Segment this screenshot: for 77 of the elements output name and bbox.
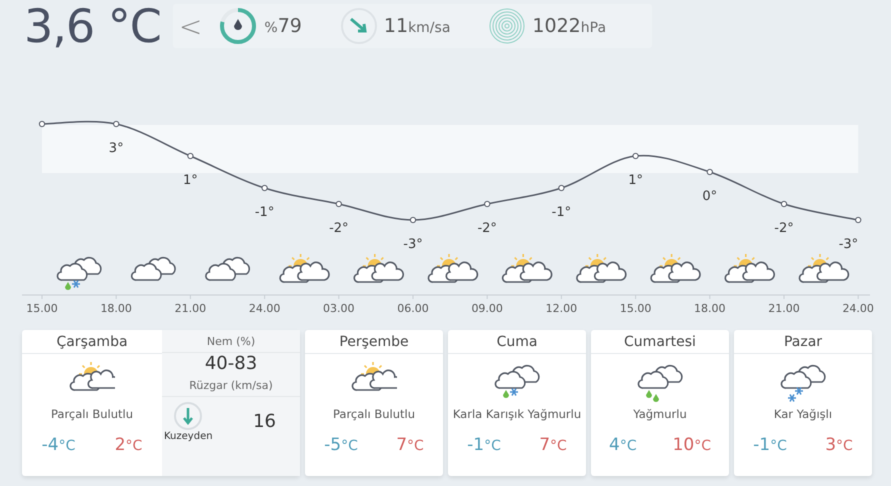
partly-cloudy-icon bbox=[576, 254, 627, 283]
wind-direction-icon bbox=[340, 7, 378, 45]
humidity-value: %79 bbox=[264, 15, 302, 37]
data-point bbox=[262, 184, 268, 192]
axis-label: 06.00 bbox=[397, 302, 429, 315]
partly-cloudy-icon bbox=[502, 254, 552, 283]
data-point bbox=[484, 200, 490, 208]
data-label: -2° bbox=[477, 221, 497, 236]
data-point bbox=[113, 120, 120, 128]
high-temperature: 2°C bbox=[114, 435, 142, 455]
day-name: Cuma bbox=[448, 330, 586, 354]
data-point bbox=[780, 200, 788, 208]
partly-cloudy-icon bbox=[650, 254, 701, 283]
data-label: 3° bbox=[108, 141, 124, 156]
day-name: Perşembe bbox=[305, 330, 443, 354]
high-temperature: 10°C bbox=[672, 435, 711, 455]
current-temperature: 3,6 °C bbox=[24, 0, 161, 53]
humidity-label: Nem (%) bbox=[162, 330, 300, 353]
axis-label: 12.00 bbox=[546, 302, 578, 315]
axis-label: 18.00 bbox=[694, 302, 726, 315]
data-label: -3° bbox=[838, 237, 858, 252]
data-point bbox=[38, 120, 46, 128]
condition-text: Parçalı Bulutlu bbox=[50, 407, 133, 421]
partly-cloudy-icon bbox=[428, 254, 478, 283]
high-temperature: 7°C bbox=[396, 435, 424, 455]
wind-speed: 11km/sa bbox=[384, 15, 450, 37]
partly-cloudy-icon bbox=[353, 254, 404, 283]
axis-label: 21.00 bbox=[174, 302, 206, 315]
data-point bbox=[632, 152, 639, 160]
condition-text: Karla Karışık Yağmurlu bbox=[452, 407, 582, 421]
axis-label: 21.00 bbox=[768, 302, 800, 315]
wind-label: Rüzgar (km/sa) bbox=[162, 374, 300, 397]
partly-cloudy-icon bbox=[798, 254, 850, 283]
low-temperature: -1°C bbox=[467, 435, 501, 455]
humidity-range: 40-83 bbox=[204, 353, 258, 374]
data-label: -3° bbox=[403, 237, 423, 252]
data-point bbox=[706, 168, 713, 176]
data-point bbox=[558, 184, 564, 192]
axis-label: 03.00 bbox=[323, 302, 355, 315]
pressure-value: 1022 hPa bbox=[532, 15, 606, 37]
data-point bbox=[410, 216, 416, 224]
data-point bbox=[336, 200, 342, 208]
low-temperature: -4°C bbox=[42, 435, 76, 455]
condition-text: Yağmurlu bbox=[633, 407, 687, 421]
data-label: 0° bbox=[702, 189, 718, 204]
data-point bbox=[187, 152, 194, 160]
axis-label: 09.00 bbox=[471, 302, 503, 315]
high-temperature: 3°C bbox=[825, 435, 853, 455]
wind-direction: Kuzeyden bbox=[164, 431, 213, 442]
data-label: -1° bbox=[254, 205, 274, 220]
data-point bbox=[855, 216, 862, 224]
low-temperature: 4°C bbox=[608, 435, 637, 455]
data-label: 1° bbox=[183, 173, 198, 188]
pressure-icon bbox=[488, 7, 526, 45]
data-label: 1° bbox=[628, 173, 643, 188]
back-button[interactable]: < bbox=[178, 10, 202, 42]
data-label: -1° bbox=[552, 205, 572, 220]
day-name: Cumartesi bbox=[591, 330, 729, 354]
wind-value: 16 bbox=[253, 411, 276, 432]
condition-text: Parçalı Bulutlu bbox=[332, 407, 415, 421]
low-temperature: -1°C bbox=[753, 435, 787, 455]
sleet-icon bbox=[56, 256, 102, 290]
data-label: -2° bbox=[329, 221, 349, 236]
high-temperature: 7°C bbox=[539, 435, 567, 455]
cloud-icon bbox=[130, 256, 176, 281]
low-temperature: -5°C bbox=[324, 435, 358, 455]
partly-cloudy-icon bbox=[279, 254, 330, 283]
axis-label: 24.00 bbox=[248, 302, 280, 315]
data-label: -2° bbox=[774, 221, 794, 236]
cloud-icon bbox=[205, 256, 250, 281]
partly-cloudy-icon bbox=[724, 254, 775, 283]
day-name: Pazar bbox=[734, 330, 872, 354]
axis-label: 18.00 bbox=[100, 302, 132, 315]
axis-label: 15.00 bbox=[620, 302, 652, 315]
condition-text: Kar Yağışlı bbox=[774, 407, 832, 421]
axis-label: 24.00 bbox=[842, 302, 874, 315]
axis-label: 15.00 bbox=[26, 302, 58, 315]
